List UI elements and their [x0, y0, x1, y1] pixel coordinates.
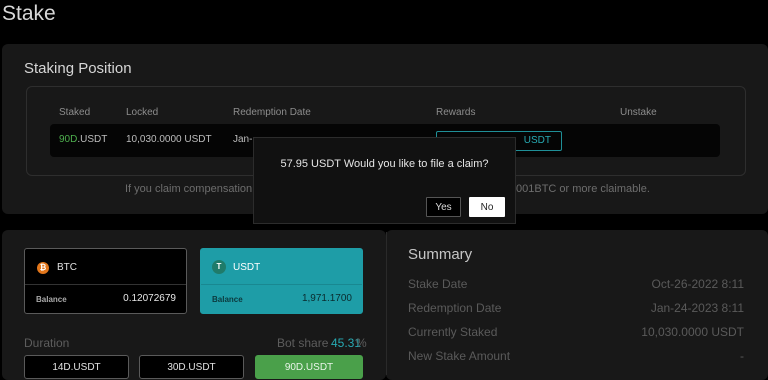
duration-option-30d[interactable]: 30D.USDT [139, 355, 244, 379]
duration-label: Duration [24, 336, 70, 350]
staked-unit: .USDT [77, 134, 108, 145]
summary-title: Summary [408, 246, 473, 263]
panel-divider [386, 232, 387, 375]
redemption-date-cell: Jan- [233, 134, 253, 145]
asset-name: BTC [57, 262, 77, 273]
balance-label: Balance [36, 295, 67, 304]
claim-dialog: 57.95 USDT Would you like to file a clai… [253, 137, 516, 224]
balance-value: 0.12072679 [123, 293, 176, 304]
summary-label-currently-staked: Currently Staked [408, 325, 498, 339]
tether-icon: T [212, 260, 226, 274]
page-title: Stake [2, 2, 56, 25]
summary-value-stake-date: Oct-26-2022 8:11 [651, 277, 744, 291]
no-button[interactable]: No [469, 197, 505, 217]
bot-share-label: Bot share [277, 336, 329, 350]
staking-position-title: Staking Position [24, 60, 132, 77]
header-locked: Locked [126, 107, 159, 118]
duration-option-14d[interactable]: 14D.USDT [24, 355, 129, 379]
asset-name: USDT [233, 262, 261, 273]
duration-option-90d[interactable]: 90D.USDT [255, 355, 363, 379]
locked-cell: 10,030.0000 USDT [126, 134, 212, 145]
claim-note-left: If you claim compensation [125, 183, 253, 195]
dialog-message: 57.95 USDT Would you like to file a clai… [280, 158, 489, 170]
balance-value: 1,971.1700 [301, 293, 352, 304]
yes-button[interactable]: Yes [426, 197, 461, 217]
summary-value-new-stake-amount: - [740, 349, 744, 363]
staked-cell: 90D.USDT [59, 134, 107, 145]
summary-value-redemption-date: Jan-24-2023 8:11 [650, 301, 744, 315]
bitcoin-icon: ₿ [37, 262, 49, 274]
balance-label: Balance [212, 295, 243, 304]
header-unstake: Unstake [620, 107, 657, 118]
summary-label-new-stake-amount: New Stake Amount [408, 349, 511, 363]
header-redemption-date: Redemption Date [233, 107, 311, 118]
header-rewards: Rewards [436, 107, 476, 118]
summary-value-currently-staked: 10,030.0000 USDT [641, 325, 744, 339]
asset-card-btc[interactable]: ₿ BTC Balance 0.12072679 [24, 248, 187, 314]
rewards-value: USDT [523, 135, 551, 146]
claim-note-right: 001BTC or more claimable. [516, 183, 650, 195]
header-staked: Staked [59, 107, 91, 118]
card-divider [25, 284, 186, 285]
bot-share-unit: % [356, 336, 367, 350]
asset-card-usdt[interactable]: T USDT Balance 1,971.1700 [200, 248, 363, 314]
summary-label-stake-date: Stake Date [408, 277, 468, 291]
summary-label-redemption-date: Redemption Date [408, 301, 502, 315]
card-divider [201, 284, 362, 285]
staked-duration: 90D [59, 134, 78, 145]
